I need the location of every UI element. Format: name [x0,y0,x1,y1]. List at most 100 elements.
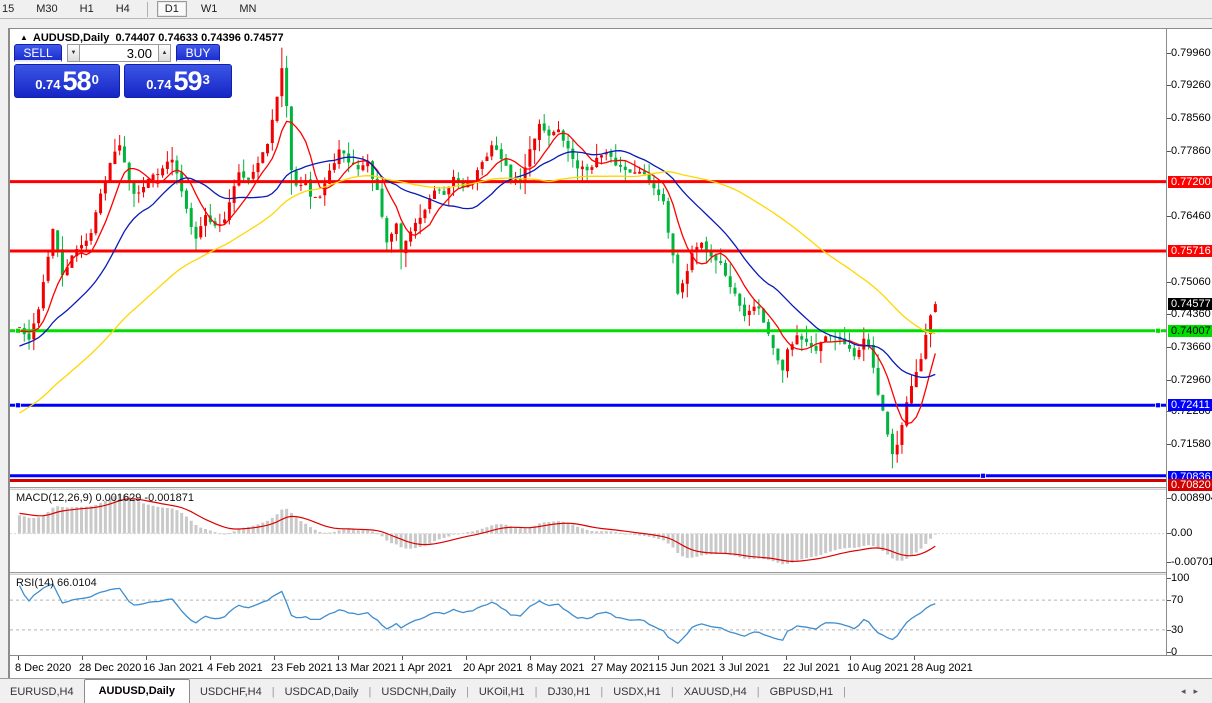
buy-button[interactable]: BUY [176,44,220,62]
tab-separator: | [843,686,846,703]
tab-usdx-h1[interactable]: USDX,H1 [603,682,671,703]
timeframe-toolbar: 15 M30 H1 H4 D1 W1 MN [0,0,1212,19]
trading-app: 15 M30 H1 H4 D1 W1 MN ▲ AUDUSD,Daily 0.74407 0.… [0,0,1212,703]
timeframe-button-m30[interactable]: M30 [28,1,65,17]
date-axis-label: 3 Jul 2021 [719,662,770,674]
hline-handle[interactable] [16,403,21,408]
rsi-value: 66.0104 [57,577,97,589]
buy-price-main: 59 [174,68,202,95]
hline-handle[interactable] [1156,403,1161,408]
rsi-axis-label: 100 [1171,572,1189,584]
macd-caption: MACD(12,26,9) 0.001629 -0.001871 [16,492,194,504]
volume-decrease-button[interactable]: ▼ [67,44,80,62]
hline-price-label: 0.72411 [1168,399,1212,411]
rsi-axis-label: 30 [1171,624,1183,636]
date-axis-label: 15 Jun 2021 [655,662,716,674]
timeframe-button-h1[interactable]: H1 [72,1,102,17]
hline-handle[interactable] [981,473,986,478]
buy-price-pip: 3 [203,65,210,95]
date-tick-mark [466,656,467,660]
tab-eurusd-h4[interactable]: EURUSD,H4 [0,682,84,703]
date-tick-mark [210,656,211,660]
ma-slow-line [20,172,936,413]
hline-price-label: 0.75716 [1168,245,1212,257]
date-axis-label: 28 Dec 2020 [79,662,141,674]
buy-price-prefix: 0.74 [146,75,171,95]
price-axis-label: 0.77860 [1171,145,1211,157]
tab-xauusd-h4[interactable]: XAUUSD,H4 [674,682,757,703]
tab-usdchf-h4[interactable]: USDCHF,H4 [190,682,272,703]
date-tick-mark [402,656,403,660]
rsi-axis-label: 70 [1171,594,1183,606]
date-axis: 8 Dec 202028 Dec 202016 Jan 20214 Feb 20… [10,655,1212,679]
macd-pane[interactable]: MACD(12,26,9) 0.001629 -0.001871 [10,490,1166,572]
current-price-label: 0.74577 [1168,298,1212,310]
timeframe-button-w1[interactable]: W1 [193,1,226,17]
toolbar-separator [147,2,148,17]
volume-increase-button[interactable]: ▲ [158,44,171,62]
date-axis-label: 4 Feb 2021 [207,662,263,674]
timeframe-button-15[interactable]: 15 [0,1,22,17]
sell-price-box[interactable]: 0.74580 [14,64,120,98]
price-axis: 0.799600.792600.785600.778600.764600.750… [1166,29,1212,655]
rsi-line [20,584,936,643]
timeframe-button-mn[interactable]: MN [231,1,264,17]
chart-window: ▲ AUDUSD,Daily 0.74407 0.74633 0.74396 0.… [8,28,1212,678]
hline-price-label: 0.77200 [1168,176,1212,188]
hline-price-label: 0.74007 [1168,325,1212,337]
date-tick-mark [530,656,531,660]
macd-axis-label: 0.008904 [1171,492,1212,504]
date-axis-label: 22 Jul 2021 [783,662,840,674]
chart-title-ohlc: 0.74407 0.74633 0.74396 0.74577 [115,32,283,44]
date-tick-mark [658,656,659,660]
hline-handle[interactable] [1156,328,1161,333]
tab-usdcnh-daily[interactable]: USDCNH,Daily [371,682,466,703]
price-axis-label: 0.79260 [1171,79,1211,91]
tab-usdcad-daily[interactable]: USDCAD,Daily [275,682,369,703]
date-tick-mark [722,656,723,660]
one-click-trade-panel: SELL ▼ ▲ BUY 0.74580 0.74593 [14,44,238,98]
price-axis-label: 0.72960 [1171,374,1211,386]
sell-button[interactable]: SELL [14,44,62,62]
chart-title: ▲ AUDUSD,Daily 0.74407 0.74633 0.74396 0.… [20,32,284,44]
date-tick-mark [82,656,83,660]
tab-dj30-h1[interactable]: DJ30,H1 [538,682,601,703]
buy-price-box[interactable]: 0.74593 [124,64,232,98]
timeframe-button-d1[interactable]: D1 [157,1,187,17]
sell-price-prefix: 0.74 [35,75,60,95]
hline-price-label: 0.70820 [1168,479,1212,491]
date-axis-label: 20 Apr 2021 [463,662,522,674]
volume-input[interactable] [80,44,158,62]
date-axis-label: 23 Feb 2021 [271,662,333,674]
chart-title-symbol: AUDUSD,Daily [33,32,109,44]
tab-gbpusd-h1[interactable]: GBPUSD,H1 [760,682,844,703]
date-tick-mark [18,656,19,660]
date-axis-label: 8 May 2021 [527,662,584,674]
date-tick-mark [146,656,147,660]
price-axis-label: 0.79960 [1171,47,1211,59]
macd-axis-label: -0.007013 [1171,556,1212,568]
date-tick-mark [850,656,851,660]
price-axis-label: 0.73660 [1171,341,1211,353]
tab-ukoil-h1[interactable]: UKOil,H1 [469,682,535,703]
price-axis-label: 0.78560 [1171,112,1211,124]
ma-fast-line [20,121,936,423]
macd-histogram [18,494,937,564]
date-axis-label: 8 Dec 2020 [15,662,71,674]
date-axis-label: 10 Aug 2021 [847,662,909,674]
macd-values: 0.001629 -0.001871 [95,492,193,504]
volume-stepper: ▼ ▲ [67,44,171,62]
rsi-pane[interactable]: RSI(14) 66.0104 [10,575,1166,655]
tab-audusd-daily[interactable]: AUDUSD,Daily [84,679,190,703]
price-axis-label: 0.71580 [1171,438,1211,450]
collapse-arrow-icon[interactable]: ▲ [20,33,28,42]
rsi-canvas[interactable] [10,575,1166,655]
date-tick-mark [594,656,595,660]
date-axis-label: 13 Mar 2021 [335,662,397,674]
symbol-tab-bar: EURUSD,H4AUDUSD,DailyUSDCHF,H4 | USDCAD,Da… [0,678,1212,703]
timeframe-button-h4[interactable]: H4 [108,1,138,17]
date-tick-mark [274,656,275,660]
sell-price-pip: 0 [92,65,99,95]
rsi-caption: RSI(14) 66.0104 [16,577,97,589]
tab-scroll-arrows[interactable]: ◂▸ [1181,686,1206,697]
